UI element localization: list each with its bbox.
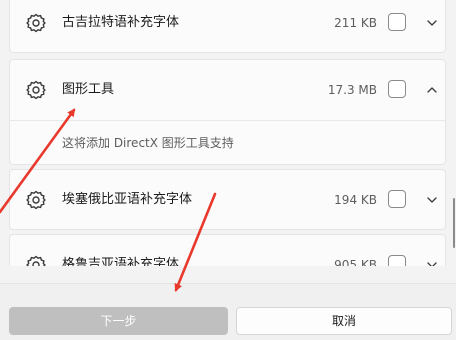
feature-size: 211 KB: [334, 16, 377, 30]
chevron-up-icon[interactable]: [426, 84, 438, 96]
feature-name: 图形工具: [62, 82, 115, 97]
feature-name: 埃塞俄比亚语补充字体: [62, 192, 193, 207]
chevron-down-icon[interactable]: [426, 17, 438, 29]
cancel-button[interactable]: 取消: [236, 307, 452, 335]
feature-card-gujarati[interactable]: 古吉拉特语补充字体 211 KB: [9, 0, 446, 53]
feature-checkbox[interactable]: [388, 255, 406, 266]
optional-features-list[interactable]: 古吉拉特语补充字体 211 KB 图形工具 17.3 MB 这将添加 Direc…: [0, 0, 456, 266]
scrollbar-thumb[interactable]: [453, 198, 455, 248]
gear-icon: [26, 255, 46, 266]
feature-card-ethiopic[interactable]: 埃塞俄比亚语补充字体 194 KB: [9, 169, 446, 230]
feature-card-georgian[interactable]: 格鲁吉亚语补充字体 905 KB: [9, 234, 446, 266]
chevron-down-icon[interactable]: [426, 194, 438, 206]
feature-size: 194 KB: [334, 193, 377, 207]
feature-details: 这将添加 DirectX 图形工具支持: [10, 120, 445, 165]
feature-name: 古吉拉特语补充字体: [62, 15, 180, 30]
feature-size: 17.3 MB: [327, 83, 377, 97]
feature-checkbox[interactable]: [388, 80, 406, 98]
feature-name: 格鲁吉亚语补充字体: [62, 257, 180, 266]
feature-checkbox[interactable]: [388, 13, 406, 31]
feature-card-graphics-tools[interactable]: 图形工具 17.3 MB 这将添加 DirectX 图形工具支持: [9, 59, 446, 165]
dialog-footer: 下一步 取消: [0, 283, 456, 340]
gear-icon: [26, 190, 46, 210]
feature-description: 这将添加 DirectX 图形工具支持: [62, 136, 234, 150]
gear-icon: [26, 13, 46, 33]
feature-checkbox[interactable]: [388, 190, 406, 208]
next-button[interactable]: 下一步: [9, 307, 228, 335]
feature-size: 905 KB: [334, 258, 377, 266]
chevron-down-icon[interactable]: [426, 259, 438, 266]
gear-icon: [26, 80, 46, 100]
